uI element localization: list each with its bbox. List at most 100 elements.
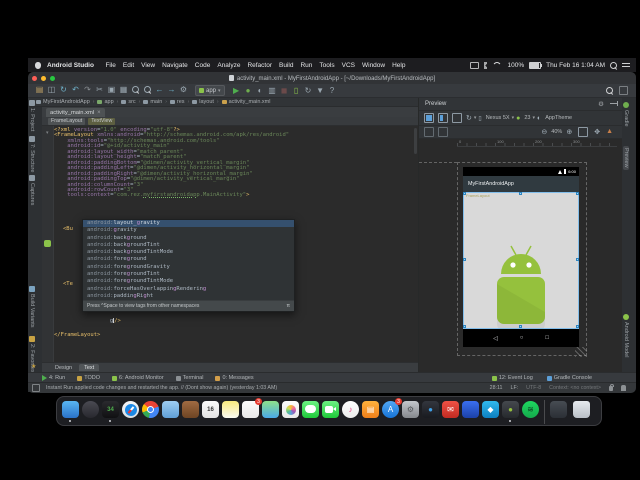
autocomplete-item[interactable]: android:layout_gravity [83,220,294,228]
selection-handle[interactable] [576,192,579,195]
home-nav-icon[interactable]: ○ [520,335,524,341]
dock-messages-icon[interactable] [302,401,319,418]
spotlight-icon[interactable] [610,61,617,69]
recents-nav-icon[interactable]: □ [545,335,549,341]
pan-icon[interactable]: ✥ [594,128,600,136]
dock-downloads-folder-icon[interactable] [550,401,567,418]
sidebar-item-7-structure[interactable]: 7: Structure [29,136,35,172]
lock-icon[interactable] [609,383,614,391]
sdk-manager-icon[interactable]: ▼ [315,84,326,98]
dock-finder-icon[interactable] [62,401,79,422]
forward-icon[interactable]: → [166,83,177,98]
compile-icon[interactable]: ⚙ [178,83,189,98]
sync-icon[interactable]: ↻ [58,83,69,98]
sort-icon[interactable]: π [287,303,290,309]
status-message[interactable]: Instant Run applied code changes and res… [46,385,277,391]
breadcrumb-item-src[interactable]: src [121,99,136,105]
back-nav-icon[interactable]: ◁ [493,335,498,342]
menu-item-view[interactable]: View [141,62,155,69]
theme-select[interactable]: AppTheme [545,115,572,121]
dock-system-preferences-icon[interactable]: ⚙ [402,401,419,418]
sidebar-item-1-project[interactable]: 1: Project [29,100,35,131]
dock-reminders-icon[interactable]: 3 [242,398,262,418]
sidebar-item-captures[interactable]: Captures [29,175,35,205]
selection-handle[interactable] [463,258,466,261]
autocomplete-item[interactable]: android:paddingRight [83,293,294,300]
menu-app-name[interactable]: Android Studio [47,62,94,69]
dock-trash-icon[interactable] [573,401,590,418]
menu-item-file[interactable]: File [105,62,115,69]
dock-safari-icon[interactable] [122,401,139,418]
breadcrumb-textview[interactable]: TextView [88,117,116,125]
sidebar-item-android-model[interactable]: Android Model [623,314,629,357]
preview-canvas[interactable]: 0 100 200 300 6:00 MyFirstAndroidApp Fra… [419,139,623,372]
coverage-icon[interactable]: ◐ [255,84,266,98]
autocomplete-item[interactable]: android:foregroundTintMode [83,278,294,285]
bluetooth-icon[interactable] [484,61,488,69]
zoom-in-icon[interactable]: ⊕ [566,128,572,136]
zoom-out-icon[interactable]: ⊖ [541,128,547,136]
dock-mail-icon[interactable]: ✉ [442,401,459,418]
gear-icon[interactable]: ⚙ [598,100,604,108]
tool-button-terminal[interactable]: Terminal [175,375,203,381]
tab-activity-main-xml[interactable]: activity_main.xml × [46,108,105,117]
dock-calendar-icon[interactable]: 16 [202,401,219,418]
orientation-icon[interactable]: ↻ [466,114,472,122]
dock-app-store-icon[interactable]: A3 [382,398,402,418]
copy-icon[interactable]: ▣ [106,83,117,98]
sidebar-item-preview[interactable]: Preview [623,146,629,170]
panel-toggle-icon[interactable] [619,86,628,95]
breadcrumb-item-myfirstandroidapp[interactable]: MyFirstAndroidApp [36,99,90,105]
open-icon[interactable]: ▤ [34,83,45,98]
autocomplete-item[interactable]: android:foregroundGravity [83,264,294,271]
favorites-star-icon[interactable]: ★ [31,363,36,370]
tool-button-4-run[interactable]: 4: Run [42,375,65,381]
help-icon[interactable]: ? [327,84,338,98]
landscape-icon[interactable] [438,126,448,137]
breadcrumb-item-app[interactable]: app [97,99,114,105]
tool-button-0-messages[interactable]: 0: Messages [215,375,254,381]
breadcrumb-item-main[interactable]: main [143,99,162,105]
menu-item-help[interactable]: Help [392,62,405,69]
menu-item-analyze[interactable]: Analyze [217,62,240,69]
save-icon[interactable]: ◫ [46,83,57,98]
tool-window-switcher-icon[interactable] [32,384,40,392]
device-content[interactable]: FrameLayout [463,192,579,331]
search-everywhere-icon[interactable] [606,87,613,94]
paste-icon[interactable]: ▦ [118,83,129,98]
back-icon[interactable]: ← [154,83,165,98]
menu-item-tools[interactable]: Tools [319,62,334,69]
hide-panel-icon[interactable] [610,101,618,106]
design-surface-icon[interactable] [424,113,434,123]
breadcrumb-item-activity-main-xml[interactable]: activity_main.xml [221,99,270,105]
notifications-bell-icon[interactable]: ▲ [606,128,613,135]
menu-item-refactor[interactable]: Refactor [247,62,272,69]
profiler-icon[interactable]: ▥ [267,84,278,98]
dock-facetime-icon[interactable] [322,401,339,418]
sync-gradle-icon[interactable]: ↻ [303,84,314,98]
selection-handle[interactable] [576,325,579,328]
battery-icon[interactable] [529,61,543,69]
breadcrumb-item-layout[interactable]: layout [192,99,214,105]
autocomplete-item[interactable]: android:foregroundTint [83,271,294,278]
selection-handle[interactable] [463,192,466,195]
dock-notes-icon[interactable] [222,401,239,418]
find-icon[interactable] [130,83,141,98]
dock-maps-icon[interactable] [262,401,279,418]
menu-item-code[interactable]: Code [195,62,211,69]
menu-clock[interactable]: Thu Feb 16 1:04 AM [546,62,605,69]
fold-icon[interactable]: ▾ [46,130,49,136]
selection-handle[interactable] [576,258,579,261]
sidebar-item-build-variants[interactable]: Build Variants [29,286,35,328]
device-select[interactable]: Nexus 5X [486,115,510,121]
variant-icon[interactable] [424,126,434,137]
selection-handle[interactable] [519,192,522,195]
autocomplete-item[interactable]: android:backgroundTint [83,242,294,249]
tool-button-12-event-log[interactable]: 12: Event Log [491,375,533,381]
selection-handle[interactable] [463,325,466,328]
apple-icon[interactable] [35,61,41,69]
autocomplete-item[interactable]: android:forceHasOverlappingRendering [83,286,294,293]
dock-chrome-icon[interactable] [142,401,159,418]
close-tab-icon[interactable]: × [97,110,101,116]
undo-icon[interactable]: ↶ [70,83,81,98]
